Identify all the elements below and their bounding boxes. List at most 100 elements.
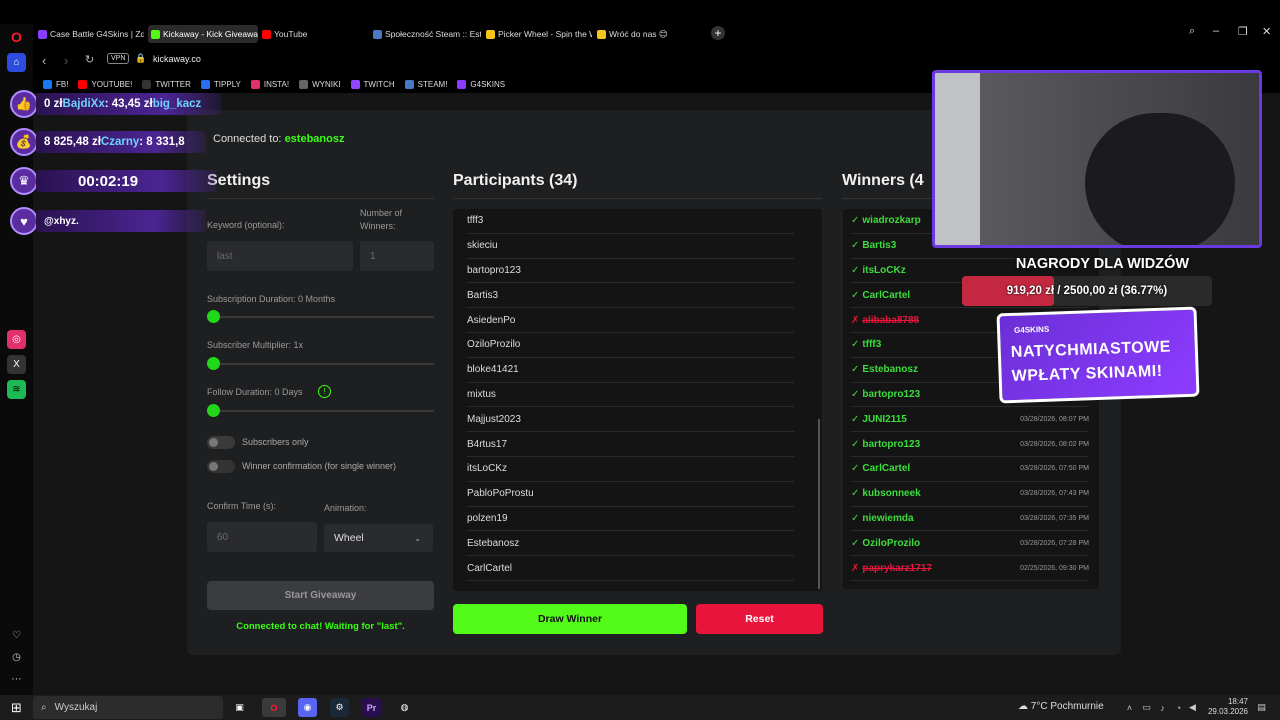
opera-logo-icon[interactable]: O	[7, 27, 26, 46]
winner-confirm-toggle[interactable]	[207, 460, 235, 473]
participant-row[interactable]: Bartis3	[467, 283, 794, 309]
tab-case-battle[interactable]: Case Battle G4Skins | Zdo	[38, 25, 144, 43]
history-icon[interactable]: ◷	[7, 648, 26, 667]
taskbar-search[interactable]: ⌕ Wyszukaj	[33, 696, 223, 719]
participants-list[interactable]: tfff3 skieciu bartopro123 Bartis3 AsiedenPo O…	[453, 209, 822, 591]
tab-label: Picker Wheel - Spin the W	[498, 29, 592, 39]
bookmark-wyniki[interactable]: WYNIKI	[299, 79, 341, 89]
participant-row[interactable]: bloke41421	[467, 358, 794, 383]
draw-winner-button[interactable]: Draw Winner	[453, 604, 687, 634]
home-icon[interactable]: ⌂	[7, 53, 26, 72]
bookmark-twitter[interactable]: TWITTER	[142, 79, 191, 89]
more-icon[interactable]: ⋯	[7, 670, 26, 689]
participant-row[interactable]: Estebanosz	[467, 531, 794, 557]
participants-title: Participants (34)	[453, 172, 578, 189]
weather-text: 7°C Pochmurnie	[1030, 701, 1104, 712]
maximize-icon[interactable]: ❐	[1238, 25, 1248, 38]
confirm-time-input[interactable]: 60	[207, 522, 317, 552]
sub-multiplier-track[interactable]	[207, 363, 434, 365]
winner-row[interactable]: ✓ niewiemda 03/28/2026, 07:35 PM	[851, 507, 1089, 532]
tab-label: YouTube	[274, 29, 308, 39]
vpn-badge[interactable]: VPN	[107, 53, 130, 64]
winner-row[interactable]: ✗ paprykarz1717 02/25/2026, 09:30 PM	[851, 556, 1089, 581]
winner-row[interactable]: ✓ bartopro123 03/28/2026, 08:02 PM	[851, 432, 1089, 457]
sub-duration-slider[interactable]	[207, 310, 220, 323]
follower-pill: ♥ @xhyz.	[10, 207, 206, 235]
notifications-icon[interactable]: ▤	[1252, 698, 1271, 717]
donation-pill: 👍 0 zł BajdiXx: 43,45 zł big_kacz	[10, 90, 221, 118]
participant-name: tfff3	[467, 215, 484, 227]
reload-icon[interactable]: ↻	[85, 53, 94, 66]
minimize-icon[interactable]: –	[1213, 25, 1219, 37]
participant-row[interactable]: Majjust2023	[467, 407, 794, 433]
opera-sidebar: O ⌂ ◎ X ≋ ♡ ◷ ⋯	[0, 24, 33, 695]
winner-row[interactable]: ✓ OziloProzilo 03/28/2026, 07:28 PM	[851, 531, 1089, 557]
subs-only-toggle[interactable]	[207, 436, 235, 449]
animation-select[interactable]: Wheel ⌄	[324, 524, 433, 552]
bookmark-tipply[interactable]: TIPPLY	[200, 79, 241, 89]
participant-row[interactable]: OziloProzilo	[467, 333, 794, 358]
participant-row[interactable]: CarlCartel	[467, 556, 794, 581]
participant-row[interactable]: skieciu	[467, 234, 794, 259]
start-giveaway-button[interactable]: Start Giveaway	[207, 581, 434, 610]
winner-name: Bartis3	[862, 240, 897, 252]
reset-button[interactable]: Reset	[696, 604, 823, 634]
winners-count-input[interactable]: 1	[360, 241, 434, 271]
lock-icon[interactable]: 🔒	[135, 53, 146, 64]
forward-icon[interactable]: ›	[64, 53, 68, 68]
participant-row[interactable]: bartopro123	[467, 259, 794, 284]
participant-row[interactable]: polzen19	[467, 507, 794, 532]
winner-row[interactable]: ✓ kubsonneek 03/28/2026, 07:43 PM	[851, 482, 1089, 507]
participant-row[interactable]: mixtus	[467, 383, 794, 408]
obs-taskbar-icon[interactable]: ◍	[395, 698, 414, 717]
participant-row[interactable]: tfff3	[467, 209, 794, 234]
tab-picker-wheel[interactable]: Picker Wheel - Spin the W	[486, 25, 592, 43]
taskbar-clock[interactable]: 18:47 29.03.2026	[1198, 697, 1248, 717]
participant-row[interactable]: PabloPoProstu	[467, 482, 794, 507]
donation-bar: 0 zł BajdiXx: 43,45 zł big_kacz	[36, 93, 221, 115]
bookmark-twitch[interactable]: TWITCH	[350, 79, 395, 89]
follow-duration-track[interactable]	[207, 410, 434, 412]
discord-taskbar-icon[interactable]: ◉	[298, 698, 317, 717]
bookmark-g4skins[interactable]: G4SKINS	[457, 79, 505, 89]
keyword-input[interactable]: last	[207, 241, 353, 271]
bookmark-youtube[interactable]: YOUTUBE!	[78, 79, 132, 89]
back-icon[interactable]: ‹	[42, 53, 46, 68]
participant-row[interactable]: B4rtus17	[467, 432, 794, 457]
search-tabs-icon[interactable]: ⌕	[1189, 25, 1195, 38]
steam-taskbar-icon[interactable]: ⚙	[330, 698, 349, 717]
instagram-sidebar-icon[interactable]: ◎	[7, 330, 26, 349]
follow-duration-slider[interactable]	[207, 404, 220, 417]
tab-steam[interactable]: Społeczność Steam :: Este	[373, 25, 481, 43]
participant-row[interactable]: AsiedenPo	[467, 308, 794, 333]
opera-taskbar-icon[interactable]: O	[262, 698, 286, 717]
new-tab-button[interactable]: +	[711, 26, 725, 40]
heart-icon[interactable]: ♡	[7, 626, 26, 645]
tab-kickaway[interactable]: Kickaway - Kick Giveaway	[148, 25, 258, 43]
participants-scrollbar[interactable]	[818, 209, 822, 591]
winner-row[interactable]: ✓ JUNI2115 03/28/2026, 08:07 PM	[851, 407, 1089, 433]
bookmark-label: INSTA!	[263, 79, 290, 89]
x-sidebar-icon[interactable]: X	[7, 355, 26, 374]
participant-row[interactable]: itsLoCKz	[467, 457, 794, 482]
bookmark-insta[interactable]: INSTA!	[250, 79, 290, 89]
tab-wroc[interactable]: Wróć do nas 😊	[597, 25, 707, 43]
tab-youtube[interactable]: YouTube	[262, 25, 362, 43]
weather-widget[interactable]: ☁ 7°C Pochmurnie	[1018, 701, 1104, 712]
winner-row[interactable]: ✓ CarlCartel 03/28/2026, 07:50 PM	[851, 457, 1089, 482]
sub-duration-track[interactable]	[207, 316, 434, 318]
url-field[interactable]: kickaway.co	[153, 54, 201, 64]
sub-multiplier-slider[interactable]	[207, 357, 220, 370]
scrollbar-thumb[interactable]	[818, 419, 820, 589]
info-icon[interactable]: !	[318, 385, 331, 398]
sub-multiplier-label: Subscriber Multiplier: 1x	[207, 340, 304, 350]
bookmark-fb[interactable]: FB!	[43, 79, 68, 89]
bookmark-steam[interactable]: STEAM!	[404, 79, 447, 89]
windows-start-icon[interactable]: ⊞	[7, 698, 26, 717]
spotify-sidebar-icon[interactable]: ≋	[7, 380, 26, 399]
task-view-icon[interactable]: ▣	[230, 698, 249, 717]
premiere-taskbar-icon[interactable]: Pr	[362, 698, 381, 717]
bookmark-label: WYNIKI	[312, 79, 341, 89]
close-window-icon[interactable]: ✕	[1262, 25, 1271, 38]
check-icon: ✓	[851, 240, 860, 252]
